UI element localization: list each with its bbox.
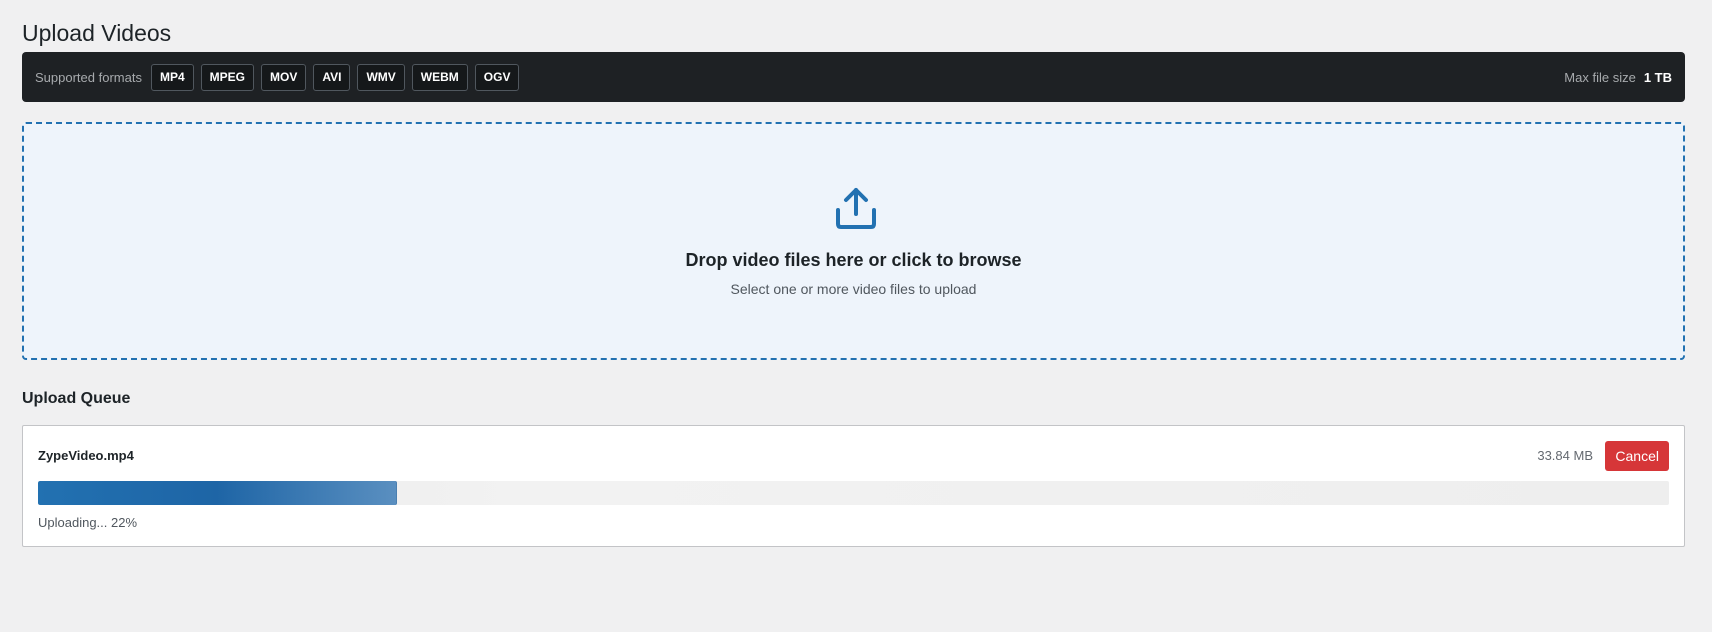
upload-progress-bar	[38, 481, 1669, 505]
page-title: Upload Videos	[22, 20, 172, 46]
format-badge-wmv: WMV	[357, 63, 405, 91]
format-badge-webm: WEBM	[411, 63, 468, 91]
upload-icon	[836, 188, 876, 229]
format-badge-mpeg: MPEG	[200, 63, 254, 91]
upload-status: Uploading... 22%	[38, 515, 138, 530]
max-file-size-value: 1 TB	[1643, 69, 1672, 85]
supported-formats-bar: Supported formats MP4 MPEG MOV AVI WMV W…	[22, 52, 1685, 102]
video-dropzone[interactable]: Drop video files here or click to browse…	[22, 122, 1685, 360]
format-badge-mp4: MP4	[150, 63, 194, 91]
supported-formats-label: Supported formats	[35, 69, 142, 85]
format-badge-ogv: OGV	[474, 63, 520, 91]
file-name: ZypeVideo.mp4	[38, 448, 134, 463]
page: Upload Videos Supported formats MP4 MPEG…	[0, 0, 1712, 632]
cancel-upload-button[interactable]: Cancel	[1605, 441, 1669, 471]
upload-queue-item: ZypeVideo.mp4 33.84 MB Cancel Uploading.…	[22, 425, 1685, 547]
dropzone-subtitle: Select one or more video files to upload	[730, 281, 977, 297]
upload-queue-title: Upload Queue	[22, 390, 131, 407]
file-size: 33.84 MB	[1537, 448, 1593, 463]
format-badge-avi: AVI	[313, 63, 351, 91]
dropzone-title: Drop video files here or click to browse	[685, 250, 1022, 270]
max-file-size-label: Max file size	[1564, 69, 1636, 85]
format-badge-mov: MOV	[260, 63, 307, 91]
upload-progress-fill	[38, 481, 397, 505]
